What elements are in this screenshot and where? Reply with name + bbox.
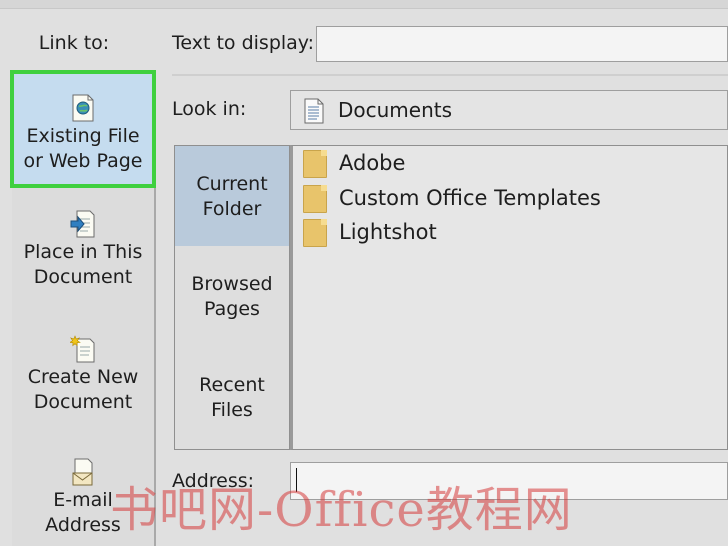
link-create-new-document-button[interactable]: Create New Document bbox=[12, 335, 154, 415]
folder-icon bbox=[303, 185, 327, 213]
text-to-display-input[interactable] bbox=[316, 26, 728, 62]
link-place-in-document-label: Place in This Document bbox=[23, 241, 143, 288]
list-item[interactable]: Custom Office Templates bbox=[303, 184, 601, 213]
link-existing-file-button[interactable]: Existing File or Web Page bbox=[10, 70, 156, 188]
new-document-icon bbox=[70, 335, 95, 363]
file-list[interactable]: Adobe Custom Office Templates Lightshot bbox=[290, 145, 728, 450]
text-to-display-label: Text to display: bbox=[172, 32, 315, 54]
folder-icon bbox=[303, 150, 327, 178]
document-arrow-icon bbox=[70, 210, 95, 238]
tab-current-folder[interactable]: Current Folder bbox=[175, 146, 289, 246]
link-to-label: Link to: bbox=[38, 32, 110, 54]
link-create-new-document-label: Create New Document bbox=[27, 366, 139, 413]
list-item[interactable]: Lightshot bbox=[303, 218, 437, 247]
email-icon bbox=[72, 458, 93, 486]
link-place-in-document-button[interactable]: Place in This Document bbox=[12, 210, 154, 290]
list-item[interactable]: Adobe bbox=[303, 149, 406, 178]
watermark: 书吧网-Office教程网 bbox=[110, 482, 573, 538]
tab-recent-files[interactable]: Recent Files bbox=[175, 373, 289, 423]
folder-icon bbox=[303, 219, 327, 247]
file-name: Lightshot bbox=[339, 220, 437, 244]
file-name: Adobe bbox=[339, 151, 406, 175]
file-name: Custom Office Templates bbox=[339, 186, 601, 210]
dialog-top-edge bbox=[0, 0, 728, 9]
globe-document-icon bbox=[72, 94, 94, 122]
section-divider bbox=[172, 74, 728, 76]
look-in-label: Look in: bbox=[172, 98, 247, 120]
documents-library-icon bbox=[304, 98, 324, 124]
browse-tabs: Current Folder Browsed Pages Recent File… bbox=[174, 145, 290, 450]
look-in-value: Documents bbox=[338, 98, 453, 122]
link-existing-file-label: Existing File or Web Page bbox=[23, 125, 143, 172]
tab-browsed-pages[interactable]: Browsed Pages bbox=[175, 272, 289, 322]
